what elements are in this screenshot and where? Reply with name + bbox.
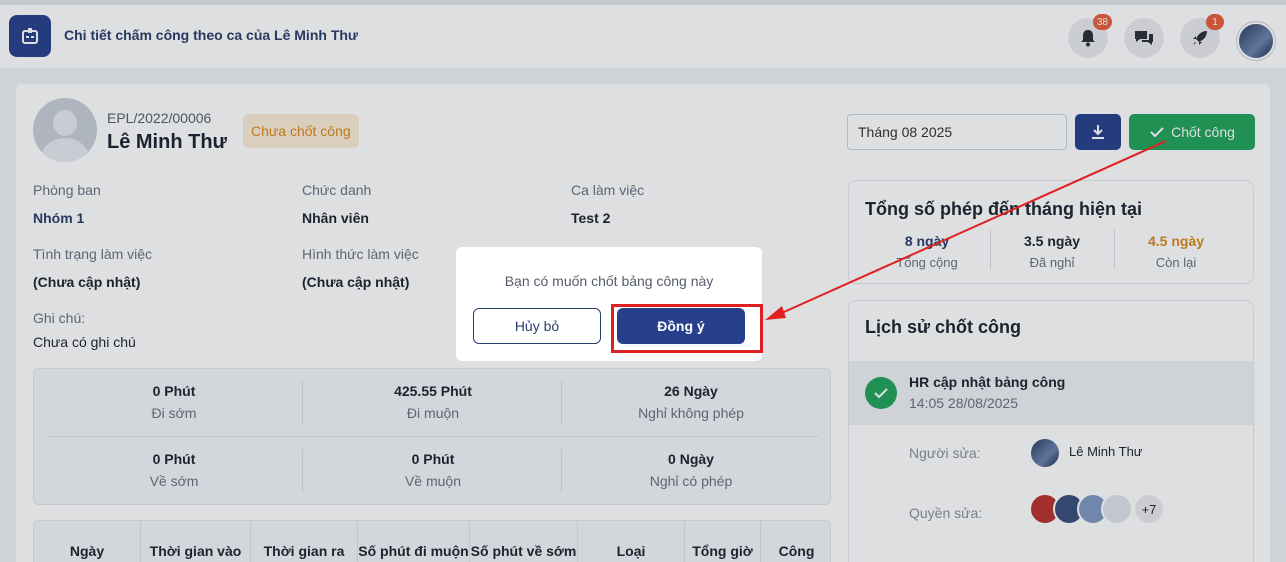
dialog-message: Bạn có muốn chốt bảng công này <box>504 273 714 289</box>
cancel-button[interactable]: Hủy bỏ <box>473 308 601 344</box>
annotation-highlight-box <box>611 304 763 353</box>
